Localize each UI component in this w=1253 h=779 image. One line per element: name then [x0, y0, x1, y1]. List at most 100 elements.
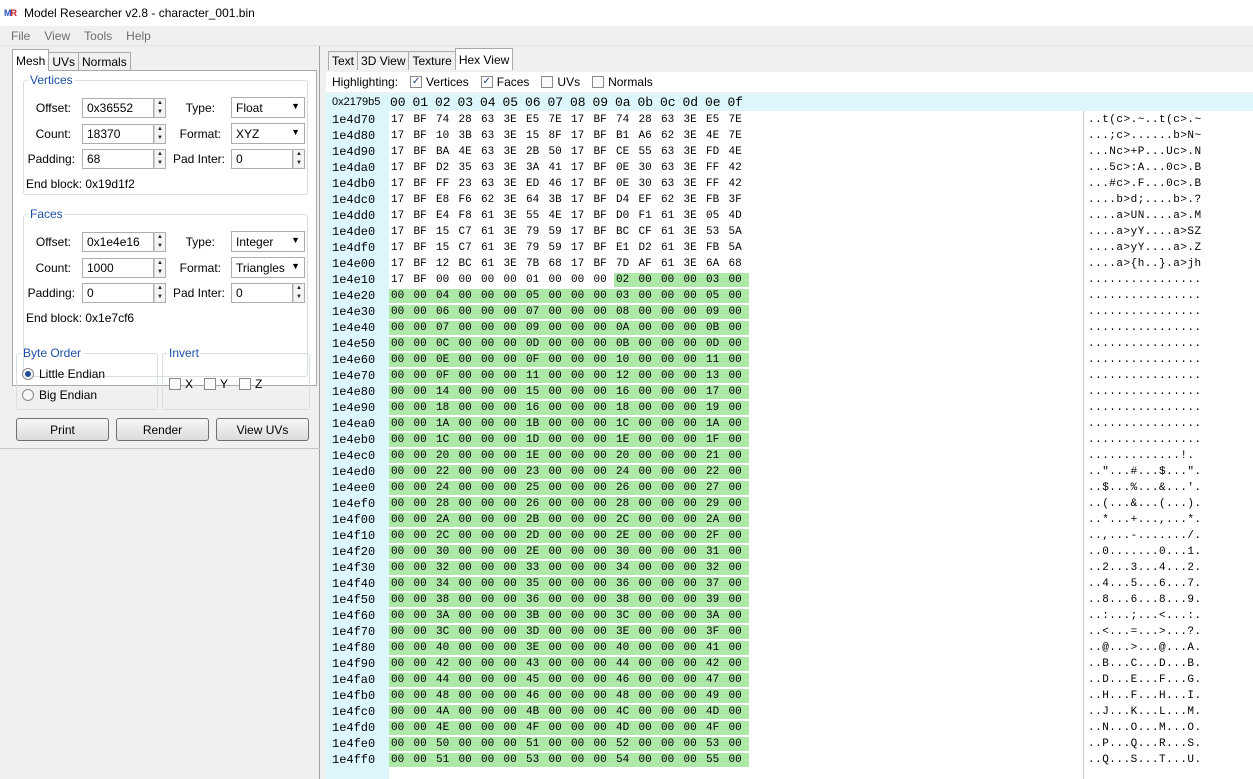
hex-byte[interactable]: 15 — [524, 129, 547, 143]
hex-byte[interactable]: 00 — [659, 561, 682, 575]
tab-mesh[interactable]: Mesh — [12, 49, 50, 71]
hex-byte[interactable]: 00 — [546, 657, 569, 671]
hex-byte[interactable]: 63 — [659, 177, 682, 191]
hex-byte[interactable]: 68 — [727, 257, 750, 271]
hex-byte[interactable]: 23 — [457, 177, 480, 191]
hex-row[interactable]: 1e4ef0 00 00 28 00 00 00 26 00 00 00 28 00 00 00 29 00..… — [326, 496, 1201, 512]
hex-byte[interactable]: FF — [704, 161, 727, 175]
hex-byte[interactable]: 00 — [726, 561, 749, 575]
hex-byte[interactable]: 6A — [704, 257, 727, 271]
hex-row[interactable]: 1e4fa0 00 00 44 00 00 00 45 00 00 00 46 00 00 00 47 00..… — [326, 672, 1201, 688]
hex-byte[interactable]: 00 — [591, 417, 614, 431]
hex-byte[interactable]: 00 — [636, 513, 659, 527]
hex-byte[interactable]: 16 — [614, 385, 637, 399]
hex-byte[interactable]: 00 — [479, 417, 502, 431]
hex-byte[interactable]: 00 — [411, 625, 434, 639]
hex-byte[interactable]: 00 — [389, 753, 412, 767]
hex-byte[interactable]: BF — [592, 193, 615, 207]
hex-byte[interactable]: 3E — [614, 625, 637, 639]
hex-byte[interactable]: BF — [412, 193, 435, 207]
hex-byte[interactable]: 79 — [524, 241, 547, 255]
hex-byte[interactable]: 00 — [411, 609, 434, 623]
hex-byte[interactable]: 00 — [501, 577, 524, 591]
hex-byte[interactable]: 00 — [411, 657, 434, 671]
hex-byte[interactable]: 00 — [636, 689, 659, 703]
hex-byte[interactable]: 51 — [524, 737, 547, 751]
hex-byte[interactable]: 00 — [456, 449, 479, 463]
hex-byte[interactable]: BF — [592, 225, 615, 239]
hex-byte[interactable]: 00 — [456, 561, 479, 575]
hex-byte[interactable]: C7 — [457, 241, 480, 255]
hex-byte[interactable]: D4 — [614, 193, 637, 207]
hex-byte[interactable]: 42 — [727, 177, 750, 191]
hex-row[interactable]: 1e4eb0 00 00 1C 00 00 00 1D 00 00 00 1E 00 00 00 1F 00..… — [326, 432, 1201, 448]
highlight-normals-checkbox[interactable]: Normals — [592, 75, 653, 89]
hex-byte[interactable]: 45 — [524, 673, 547, 687]
hex-byte[interactable]: 00 — [591, 673, 614, 687]
hex-byte[interactable]: 74 — [434, 113, 457, 127]
hex-byte[interactable]: BC — [614, 225, 637, 239]
hex-byte[interactable]: 22 — [704, 465, 727, 479]
hex-byte[interactable]: 00 — [479, 337, 502, 351]
hex-byte[interactable]: 00 — [659, 625, 682, 639]
hex-byte[interactable]: B1 — [614, 129, 637, 143]
hex-byte[interactable]: 00 — [501, 385, 524, 399]
hex-byte[interactable]: 00 — [456, 353, 479, 367]
hex-byte[interactable]: 00 — [546, 321, 569, 335]
hex-byte[interactable]: 3E — [502, 225, 525, 239]
hex-byte[interactable]: 00 — [456, 321, 479, 335]
hex-byte[interactable]: 00 — [659, 385, 682, 399]
hex-byte[interactable]: A6 — [637, 129, 660, 143]
hex-row[interactable]: 1e4e90 00 00 18 00 00 00 16 00 00 00 18 00 00 00 19 00..… — [326, 400, 1201, 416]
hex-row[interactable]: 1e4dd0 17 BF E4 F8 61 3E 55 4E 17 BF D0 F1 61 3E 05 4D..… — [326, 208, 1201, 224]
hex-byte[interactable]: 62 — [479, 193, 502, 207]
hex-byte[interactable]: 00 — [726, 273, 749, 287]
hex-byte[interactable]: 26 — [614, 481, 637, 495]
hex-byte[interactable]: 68 — [547, 257, 570, 271]
hex-byte[interactable]: 4E — [727, 145, 750, 159]
hex-byte[interactable]: 15 — [524, 385, 547, 399]
hex-byte[interactable]: 00 — [501, 353, 524, 367]
hex-byte[interactable]: 00 — [681, 753, 704, 767]
hex-byte[interactable]: 00 — [636, 705, 659, 719]
hex-byte[interactable]: 61 — [659, 225, 682, 239]
hex-byte[interactable]: 3E — [502, 161, 525, 175]
hex-byte[interactable]: 63 — [479, 113, 502, 127]
hex-byte[interactable]: 3B — [457, 129, 480, 143]
hex-byte[interactable]: 00 — [681, 417, 704, 431]
hex-byte[interactable]: 00 — [591, 369, 614, 383]
hex-byte[interactable]: 00 — [636, 321, 659, 335]
hex-byte[interactable]: 00 — [501, 433, 524, 447]
hex-byte[interactable]: 34 — [614, 561, 637, 575]
hex-byte[interactable]: 00 — [546, 385, 569, 399]
hex-byte[interactable]: 3E — [502, 241, 525, 255]
hex-byte[interactable]: 00 — [636, 481, 659, 495]
hex-byte[interactable]: 00 — [389, 593, 412, 607]
hex-byte[interactable]: 00 — [389, 609, 412, 623]
hex-row[interactable]: 1e4f60 00 00 3A 00 00 00 3B 00 00 00 3C 00 00 00 3A 00..… — [326, 608, 1201, 624]
hex-byte[interactable]: BF — [412, 113, 435, 127]
hex-byte[interactable]: 00 — [681, 689, 704, 703]
hex-byte[interactable]: 00 — [479, 753, 502, 767]
hex-byte[interactable]: 00 — [546, 465, 569, 479]
hex-byte[interactable]: 28 — [637, 113, 660, 127]
hex-byte[interactable]: 00 — [389, 433, 412, 447]
hex-byte[interactable]: 00 — [546, 353, 569, 367]
hex-byte[interactable]: 02 — [614, 273, 637, 287]
hex-byte[interactable]: 00 — [501, 673, 524, 687]
hex-byte[interactable]: 00 — [591, 577, 614, 591]
hex-byte[interactable]: 00 — [501, 497, 524, 511]
hex-byte[interactable]: 1C — [434, 433, 457, 447]
hex-byte[interactable]: 21 — [704, 449, 727, 463]
hex-row[interactable]: 1e4e30 00 00 06 00 00 00 07 00 00 00 08 00 00 00 09 00..… — [326, 304, 1201, 320]
hex-byte[interactable]: 00 — [479, 513, 502, 527]
hex-byte[interactable]: 00 — [726, 625, 749, 639]
hex-byte[interactable]: 41 — [704, 641, 727, 655]
hex-byte[interactable]: 00 — [636, 625, 659, 639]
hex-byte[interactable]: 00 — [479, 529, 502, 543]
hex-byte[interactable]: 00 — [411, 513, 434, 527]
hex-byte[interactable]: EF — [637, 193, 660, 207]
hex-byte[interactable]: 5A — [727, 241, 750, 255]
hex-byte[interactable]: E5 — [524, 113, 547, 127]
hex-byte[interactable]: 00 — [479, 321, 502, 335]
